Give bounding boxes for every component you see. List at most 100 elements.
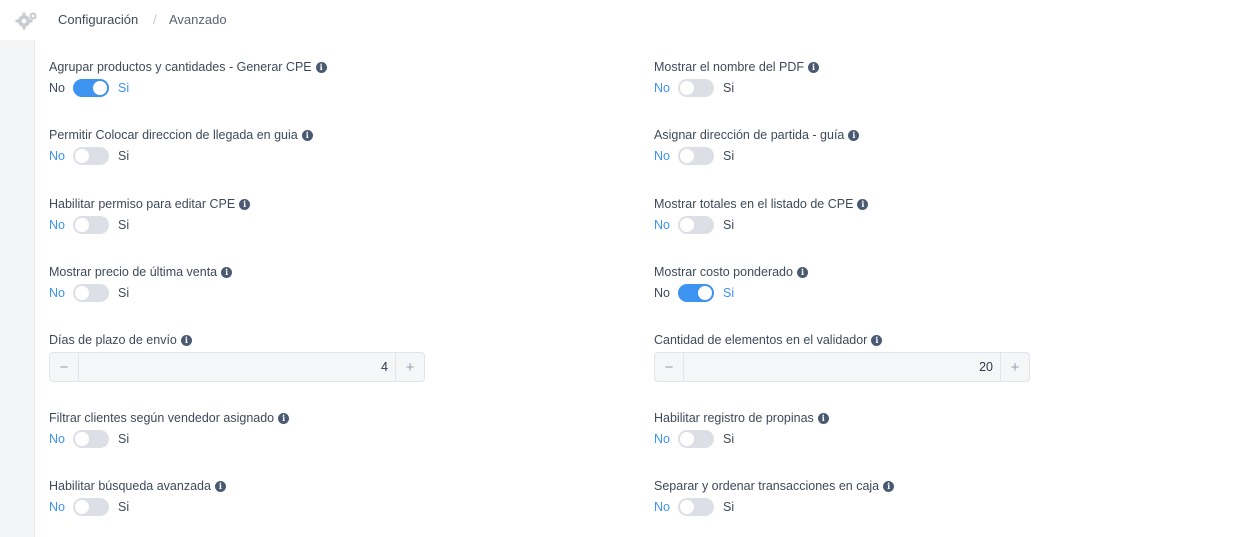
decrement-button[interactable]: − — [50, 353, 79, 381]
switch-off-label: No — [49, 432, 65, 446]
setting-costo-ponderado: Mostrar costo ponderado i No Si — [654, 264, 1214, 302]
setting-label: Mostrar el nombre del PDF — [654, 60, 805, 74]
setting-label: Habilitar búsqueda avanzada — [49, 479, 211, 493]
sidebar-strip — [0, 40, 35, 537]
toggle-switch[interactable] — [72, 147, 109, 165]
setting-label: Habilitar registro de propinas — [654, 411, 814, 425]
top-bar: Configuración / Avanzado — [0, 0, 1243, 40]
switch-knob — [679, 432, 694, 446]
info-icon[interactable]: i — [301, 129, 313, 141]
setting-label: Permitir Colocar direccion de llegada en… — [49, 128, 298, 142]
switch-knob — [92, 81, 107, 95]
breadcrumb-separator: / — [153, 12, 157, 27]
toggle-switch[interactable] — [677, 430, 714, 448]
switch-off-label: No — [49, 286, 65, 300]
toggle-switch[interactable] — [677, 498, 714, 516]
setting-label: Mostrar precio de última venta — [49, 265, 218, 279]
info-icon[interactable]: i — [796, 266, 808, 278]
switch-on-label: Si — [722, 218, 735, 232]
info-icon[interactable]: i — [315, 61, 327, 73]
info-icon[interactable]: i — [857, 198, 869, 210]
toggle-switch[interactable] — [72, 498, 109, 516]
switch-off-label: No — [49, 149, 65, 163]
toggle-switch[interactable] — [677, 79, 714, 97]
switch-off-label: No — [49, 218, 65, 232]
switch-on-label: Si — [117, 149, 130, 163]
setting-label: Días de plazo de envío — [49, 333, 177, 347]
switch-knob — [679, 149, 694, 163]
switch-on-label: Si — [722, 500, 735, 514]
advanced-settings-panel: Agrupar productos y cantidades - Generar… — [35, 40, 1243, 537]
info-icon[interactable]: i — [848, 129, 860, 141]
setting-label: Agrupar productos y cantidades - Generar… — [49, 60, 312, 74]
switch-knob — [74, 500, 89, 514]
setting-totales-listado: Mostrar totales en el listado de CPE i No… — [654, 196, 1214, 234]
toggle-switch[interactable] — [72, 430, 109, 448]
increment-button[interactable]: + — [395, 353, 424, 381]
switch-knob — [679, 81, 694, 95]
switch-on-label: Si — [722, 432, 735, 446]
setting-filtrar-clientes: Filtrar clientes según vendedor asignado… — [49, 410, 609, 448]
switch-off-label: No — [654, 432, 670, 446]
setting-direccion-llegada: Permitir Colocar direccion de llegada en… — [49, 127, 609, 165]
toggle-switch[interactable] — [677, 147, 714, 165]
breadcrumb-avanzado: Avanzado — [169, 12, 227, 27]
switch-off-label: No — [654, 286, 670, 300]
decrement-button[interactable]: − — [655, 353, 684, 381]
setting-label: Habilitar permiso para editar CPE — [49, 197, 236, 211]
setting-registro-propinas: Habilitar registro de propinas i No Si — [654, 410, 1214, 448]
toggle-switch[interactable] — [677, 284, 714, 302]
switch-on-label: Si — [117, 500, 130, 514]
switch-knob — [697, 286, 712, 300]
toggle-switch[interactable] — [72, 284, 109, 302]
info-icon[interactable]: i — [808, 61, 820, 73]
info-icon[interactable]: i — [883, 480, 895, 492]
switch-knob — [679, 500, 694, 514]
toggle-switch[interactable] — [677, 216, 714, 234]
info-icon[interactable]: i — [221, 266, 233, 278]
setting-separar-transacciones: Separar y ordenar transacciones en caja i… — [654, 478, 1214, 516]
number-stepper[interactable]: − 20 + — [654, 352, 1030, 382]
switch-knob — [679, 218, 694, 232]
stepper-value[interactable]: 20 — [979, 360, 993, 374]
breadcrumb-configuracion[interactable]: Configuración — [58, 12, 138, 27]
info-icon[interactable]: i — [817, 412, 829, 424]
switch-on-label: Si — [117, 218, 130, 232]
toggle-switch[interactable] — [72, 79, 109, 97]
setting-mostrar-nombre-pdf: Mostrar el nombre del PDF i No Si — [654, 59, 1214, 97]
info-icon[interactable]: i — [239, 198, 251, 210]
switch-on-label: Si — [117, 81, 130, 95]
switch-knob — [74, 218, 89, 232]
info-icon[interactable]: i — [180, 334, 192, 346]
setting-dias-plazo-envio: Días de plazo de envío i − 4 + — [49, 332, 609, 382]
setting-editar-cpe: Habilitar permiso para editar CPE i No Si — [49, 196, 609, 234]
switch-off-label: No — [654, 81, 670, 95]
increment-button[interactable]: + — [1000, 353, 1029, 381]
switch-off-label: No — [49, 81, 65, 95]
switch-on-label: Si — [722, 149, 735, 163]
setting-label: Asignar dirección de partida - guía — [654, 128, 845, 142]
info-icon[interactable]: i — [214, 480, 226, 492]
setting-label: Mostrar totales en el listado de CPE — [654, 197, 854, 211]
setting-precio-ultima-venta: Mostrar precio de última venta i No Si — [49, 264, 609, 302]
setting-label: Mostrar costo ponderado — [654, 265, 793, 279]
setting-label: Separar y ordenar transacciones en caja — [654, 479, 880, 493]
switch-on-label: Si — [722, 286, 735, 300]
gears-icon — [15, 12, 37, 30]
stepper-value[interactable]: 4 — [381, 360, 388, 374]
info-icon[interactable]: i — [871, 334, 883, 346]
switch-off-label: No — [654, 149, 670, 163]
number-stepper[interactable]: − 4 + — [49, 352, 425, 382]
setting-agrupar-productos: Agrupar productos y cantidades - Generar… — [49, 59, 609, 97]
switch-off-label: No — [654, 218, 670, 232]
switch-knob — [74, 149, 89, 163]
setting-label: Filtrar clientes según vendedor asignado — [49, 411, 275, 425]
switch-on-label: Si — [117, 432, 130, 446]
setting-busqueda-avanzada: Habilitar búsqueda avanzada i No Si — [49, 478, 609, 516]
switch-knob — [74, 432, 89, 446]
toggle-switch[interactable] — [72, 216, 109, 234]
setting-direccion-partida: Asignar dirección de partida - guía i No … — [654, 127, 1214, 165]
info-icon[interactable]: i — [278, 412, 290, 424]
setting-label: Cantidad de elementos en el validador — [654, 333, 868, 347]
switch-knob — [74, 286, 89, 300]
